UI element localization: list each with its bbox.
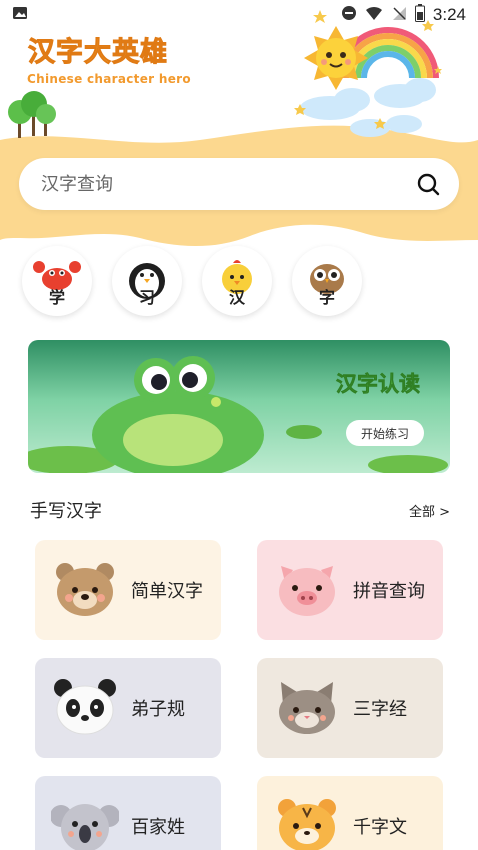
start-practice-button[interactable]: 开始练习 — [346, 420, 424, 446]
card-label: 拼音查询 — [353, 581, 425, 602]
card-label: 三字经 — [353, 699, 407, 720]
card-label: 百家姓 — [131, 817, 185, 838]
category-row: 学 习 汉 字 — [22, 246, 362, 316]
category-char: 汉 — [228, 288, 245, 307]
bear-icon — [51, 556, 119, 624]
tiger-icon — [273, 792, 341, 850]
card-dizigui[interactable]: 弟子规 — [35, 658, 221, 758]
image-notification-icon — [12, 5, 28, 25]
sun-illustration — [304, 26, 368, 90]
wifi-icon — [365, 5, 383, 25]
category-char: 字 — [318, 288, 335, 307]
category-xi[interactable]: 习 — [112, 246, 182, 316]
practice-banner[interactable]: 汉字认读 开始练习 — [28, 340, 450, 473]
section-title: 手写汉字 — [30, 501, 102, 522]
app-title: 汉字大英雄 — [28, 37, 168, 69]
status-left — [12, 5, 28, 25]
panda-icon — [51, 674, 119, 742]
card-baijiaxing[interactable]: 百家姓 — [35, 776, 221, 850]
cat-icon — [273, 674, 341, 742]
status-time: 3:24 — [432, 5, 466, 24]
category-char: 习 — [138, 288, 155, 307]
card-sanzijing[interactable]: 三字经 — [257, 658, 443, 758]
signal-icon — [391, 5, 407, 25]
tree-illustration — [8, 91, 56, 138]
dnd-icon — [341, 5, 357, 25]
category-char: 学 — [48, 288, 65, 307]
search-icon[interactable] — [415, 171, 441, 197]
card-qianziwen[interactable]: 千字文 — [257, 776, 443, 850]
card-pinyin-query[interactable]: 拼音查询 — [257, 540, 443, 640]
pig-icon — [273, 556, 341, 624]
search-bar[interactable] — [19, 158, 459, 210]
card-label: 千字文 — [353, 817, 407, 838]
app-subtitle: Chinese character hero — [27, 72, 191, 86]
banner-title: 汉字认读 — [336, 372, 421, 397]
category-han[interactable]: 汉 — [202, 246, 272, 316]
card-label: 弟子规 — [131, 699, 185, 720]
koala-icon — [50, 792, 120, 850]
view-all-link[interactable]: 全部 > — [409, 501, 450, 520]
search-input[interactable] — [41, 173, 415, 195]
card-label: 简单汉字 — [131, 581, 203, 602]
category-zi[interactable]: 字 — [292, 246, 362, 316]
card-simple-characters[interactable]: 简单汉字 — [35, 540, 221, 640]
status-right: 3:24 — [341, 4, 466, 26]
status-bar: 3:24 — [0, 0, 478, 30]
category-xue[interactable]: 学 — [22, 246, 92, 316]
battery-icon — [414, 4, 425, 26]
